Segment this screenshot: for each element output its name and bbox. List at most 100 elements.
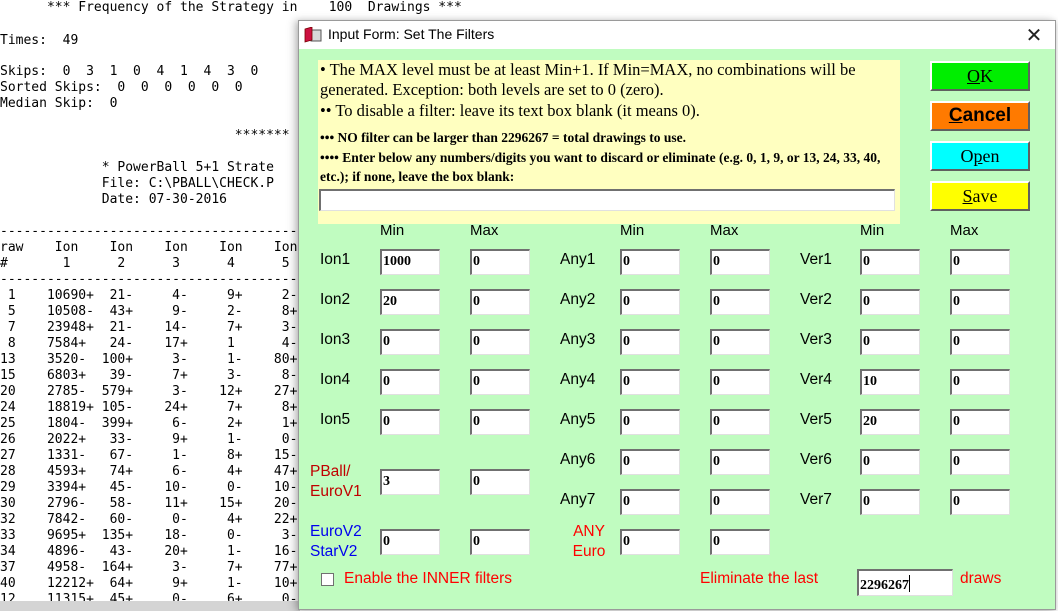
- ver-5-label: Ver5: [800, 411, 832, 428]
- report-row: 27 1331- 67- 1- 8+ 15-: [0, 448, 298, 463]
- ver-1-max-input[interactable]: 0: [950, 249, 1010, 275]
- file-line: File: C:\PBALL\CHECK.P: [0, 176, 274, 191]
- eurov2-max-input[interactable]: 0: [470, 529, 530, 555]
- ver-5-max-input[interactable]: 0: [950, 409, 1010, 435]
- text-caret: [909, 575, 910, 592]
- report-row: 13 3520- 100+ 3- 1- 80+: [0, 352, 298, 367]
- stars-line: *******: [0, 128, 290, 143]
- any-7-label: Any7: [560, 491, 596, 508]
- any-1-max-input[interactable]: 0: [710, 249, 770, 275]
- any-3-min-input[interactable]: 0: [620, 329, 680, 355]
- strategy-line: * PowerBall 5+1 Strate: [0, 160, 274, 175]
- ver-1-min-input[interactable]: 0: [860, 249, 920, 275]
- ver-7-min-input[interactable]: 0: [860, 489, 920, 515]
- any-5-label: Any5: [560, 411, 596, 428]
- any-euro-min-input[interactable]: 0: [620, 529, 680, 555]
- any-4-min-input[interactable]: 0: [620, 369, 680, 395]
- ion-5-max-input[interactable]: 0: [470, 409, 530, 435]
- any-6-max-input[interactable]: 0: [710, 449, 770, 475]
- any-5-max-input[interactable]: 0: [710, 409, 770, 435]
- ver-4-max-input[interactable]: 0: [950, 369, 1010, 395]
- save-accel: S: [962, 186, 973, 206]
- report-row: 29 3394+ 45- 10- 0- 10-: [0, 480, 298, 495]
- ion-2-min-input[interactable]: 20: [380, 289, 440, 315]
- any-7-max-input[interactable]: 0: [710, 489, 770, 515]
- ok-button[interactable]: OK: [930, 61, 1030, 91]
- cancel-label: ancel: [962, 105, 1012, 126]
- dash-line-bottom: ----------------------------------------…: [0, 272, 321, 287]
- eliminate-draws-input[interactable]: 2296267: [857, 569, 953, 596]
- eurov2-label-1: EuroV2: [310, 523, 362, 540]
- ion-1-min-input[interactable]: 1000: [380, 249, 440, 275]
- horizontal-scrollbar[interactable]: [0, 601, 300, 611]
- any-2-label: Any2: [560, 291, 596, 308]
- eliminate-draws-value: 2296267: [860, 578, 909, 593]
- report-row: 8 7584+ 24- 17+ 1 4-: [0, 336, 298, 351]
- any-4-label: Any4: [560, 371, 596, 388]
- any-5-min-input[interactable]: 0: [620, 409, 680, 435]
- report-row: 1 10690+ 21- 4- 9+ 2-: [0, 288, 298, 303]
- any-7-min-input[interactable]: 0: [620, 489, 680, 515]
- report-row: 28 4593+ 74+ 6- 4+ 47+: [0, 464, 298, 479]
- ver-3-min-input[interactable]: 0: [860, 329, 920, 355]
- column-header-1: raw Ion Ion Ion Ion Ion: [0, 240, 298, 255]
- any-max-header: Max: [710, 222, 739, 239]
- ion-5-label: Ion5: [320, 411, 351, 428]
- any-3-max-input[interactable]: 0: [710, 329, 770, 355]
- ion-4-min-input[interactable]: 0: [380, 369, 440, 395]
- ion-1-max-input[interactable]: 0: [470, 249, 530, 275]
- column-header-2: # 1 2 3 4 5: [0, 256, 290, 271]
- enable-inner-filters-checkbox[interactable]: [321, 573, 334, 586]
- draws-label: draws: [960, 570, 1002, 587]
- ver-2-max-input[interactable]: 0: [950, 289, 1010, 315]
- report-row: 24 18819+ 105- 24+ 7+ 8+: [0, 400, 298, 415]
- ver-4-label: Ver4: [800, 371, 832, 388]
- save-button[interactable]: Save: [930, 181, 1030, 211]
- ion-2-label: Ion2: [320, 291, 351, 308]
- ion-2-max-input[interactable]: 0: [470, 289, 530, 315]
- dialog-titlebar[interactable]: Input Form: Set The Filters ✕: [299, 21, 1055, 49]
- ver-3-max-input[interactable]: 0: [950, 329, 1010, 355]
- any-2-max-input[interactable]: 0: [710, 289, 770, 315]
- any-4-max-input[interactable]: 0: [710, 369, 770, 395]
- dialog-title: Input Form: Set The Filters: [328, 26, 495, 42]
- ion-4-label: Ion4: [320, 371, 351, 388]
- ver-7-max-input[interactable]: 0: [950, 489, 1010, 515]
- open-button[interactable]: Open: [930, 141, 1030, 171]
- report-row: 7 23948+ 21- 14- 7+ 3-: [0, 320, 298, 335]
- ver-5-min-input[interactable]: 20: [860, 409, 920, 435]
- any-2-min-input[interactable]: 0: [620, 289, 680, 315]
- book-icon: [304, 27, 322, 43]
- report-row: 20 2785- 579+ 3- 12+ 27+: [0, 384, 298, 399]
- discard-numbers-input[interactable]: [319, 189, 895, 211]
- report-row: 30 2796- 58- 11+ 15+ 20-: [0, 496, 298, 511]
- report-row: 34 4896- 43- 20+ 1- 16-: [0, 544, 298, 559]
- any-6-min-input[interactable]: 0: [620, 449, 680, 475]
- any-1-min-input[interactable]: 0: [620, 249, 680, 275]
- ion-4-max-input[interactable]: 0: [470, 369, 530, 395]
- ion-3-max-input[interactable]: 0: [470, 329, 530, 355]
- any-euro-max-input[interactable]: 0: [710, 529, 770, 555]
- eliminate-label: Eliminate the last: [700, 570, 819, 587]
- pball-max-input[interactable]: 0: [470, 469, 530, 495]
- report-header: *** Frequency of the Strategy in 100 Dra…: [0, 0, 462, 15]
- cancel-button[interactable]: Cancel: [930, 101, 1030, 131]
- eurov2-min-input[interactable]: 0: [380, 529, 440, 555]
- ver-2-min-input[interactable]: 0: [860, 289, 920, 315]
- ion-3-min-input[interactable]: 0: [380, 329, 440, 355]
- ver-6-min-input[interactable]: 0: [860, 449, 920, 475]
- median-skip-line: Median Skip: 0: [0, 96, 118, 111]
- ver-6-max-input[interactable]: 0: [950, 449, 1010, 475]
- close-icon: ✕: [1025, 23, 1043, 47]
- instruction-no-filter-larger: ••• NO filter can be larger than 2296267…: [320, 130, 686, 145]
- any-6-label: Any6: [560, 451, 596, 468]
- ver-4-min-input[interactable]: 10: [860, 369, 920, 395]
- pball-label-1: PBall/: [310, 463, 351, 480]
- any-euro-label-2: Euro: [572, 543, 606, 560]
- pball-min-input[interactable]: 3: [380, 469, 440, 495]
- ver-max-header: Max: [950, 222, 979, 239]
- ver-7-label: Ver7: [800, 491, 832, 508]
- ion-5-min-input[interactable]: 0: [380, 409, 440, 435]
- close-button[interactable]: ✕: [1019, 23, 1049, 47]
- report-row: 37 4958- 164+ 3- 7+ 77+: [0, 560, 298, 575]
